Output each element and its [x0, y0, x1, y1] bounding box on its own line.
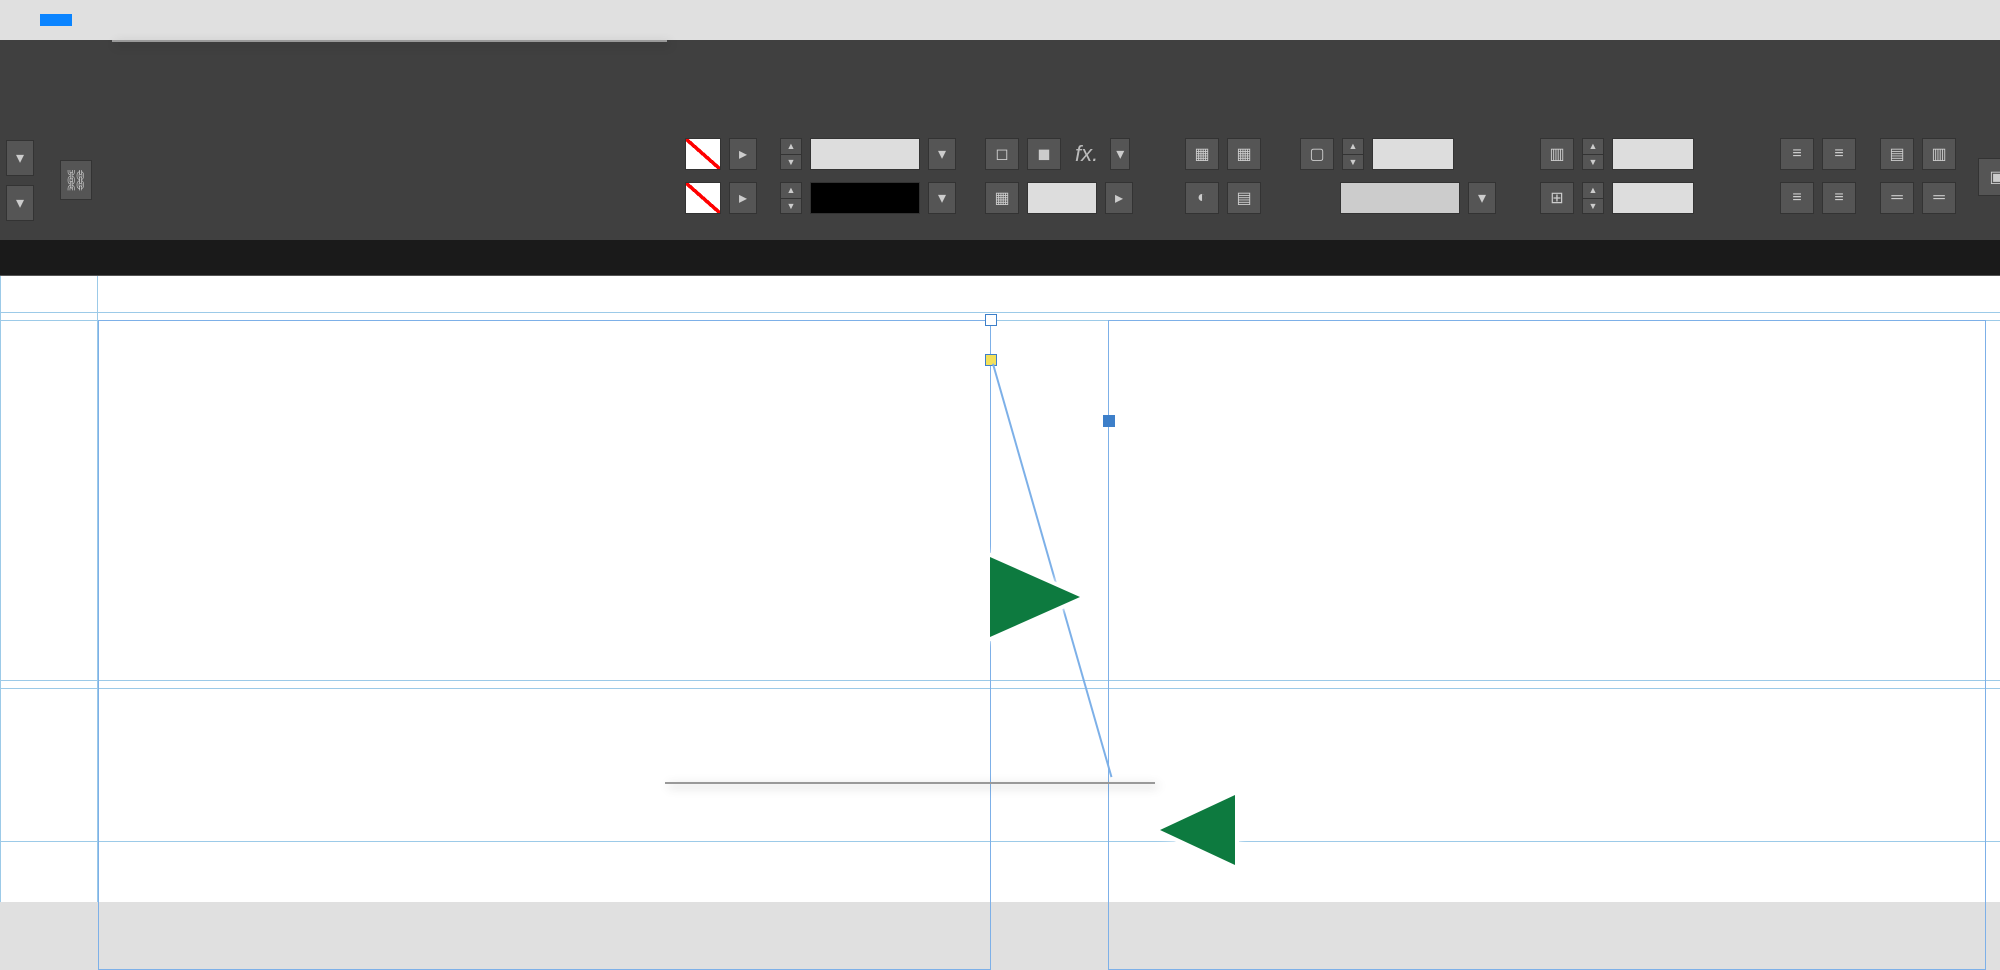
opacity-checker-icon: ▦ [985, 182, 1019, 214]
align-justify-button[interactable]: ≡ [1822, 182, 1856, 214]
text-wrap-none[interactable]: ▦ [1185, 138, 1219, 170]
stroke-weight-dropdown[interactable]: ▾ [928, 138, 956, 170]
misc-button-b[interactable]: ═ [1922, 182, 1956, 214]
columns-field[interactable] [1612, 138, 1694, 170]
control-panel: ▾ ▾ ⛓ ▸ ▸ ▲▼ ▾ ▲▼ ▾ ◻ ◼ fx. ▾ ▦ ▸ ▦ ▦ ◐ [0, 40, 2000, 240]
out-port-top[interactable] [985, 314, 997, 326]
guide-line [0, 312, 2000, 313]
frame-fitting-button[interactable]: ▣ [1978, 158, 2000, 196]
panel-toggle-bottom[interactable]: ▾ [6, 185, 34, 221]
panel-toggle-top[interactable]: ▾ [6, 140, 34, 176]
stroke-weight-field[interactable] [810, 138, 920, 170]
menu-view[interactable] [40, 14, 72, 26]
extras-submenu [665, 782, 1155, 784]
balance-columns-button[interactable]: ▤ [1880, 138, 1914, 170]
corner-options-icon[interactable]: ▢ [1300, 138, 1334, 170]
stroke-apply-button[interactable]: ▸ [729, 182, 757, 214]
columns-icon: ▥ [1540, 138, 1574, 170]
menubar [0, 0, 2000, 40]
effects-corner-button[interactable]: ◻ [985, 138, 1019, 170]
text-wrap-jump[interactable]: ▤ [1227, 182, 1261, 214]
view-menu-dropdown [112, 40, 667, 42]
annotation-arrow-left [1155, 780, 1385, 880]
stroke-style-stepper[interactable]: ▲▼ [780, 182, 802, 214]
stroke-none-swatch[interactable] [685, 182, 721, 214]
guide-line [0, 276, 1, 902]
corner-x-field[interactable] [1372, 138, 1454, 170]
menu-window[interactable] [72, 14, 104, 26]
text-wrap-bounding[interactable]: ▦ [1227, 138, 1261, 170]
in-port[interactable] [1103, 415, 1115, 427]
corner-shape-dropdown[interactable]: ▾ [1468, 182, 1496, 214]
opacity-dropdown[interactable]: ▸ [1105, 182, 1133, 214]
horizontal-ruler [0, 240, 2000, 276]
link-icon[interactable]: ⛓ [60, 160, 92, 200]
text-wrap-shape[interactable]: ◐ [1185, 182, 1219, 214]
align-top-button[interactable]: ≡ [1780, 138, 1814, 170]
balance-columns-button-2[interactable]: ▥ [1922, 138, 1956, 170]
opacity-field[interactable] [1027, 182, 1097, 214]
gutter-field[interactable] [1612, 182, 1694, 214]
corner-shape-field[interactable] [1340, 182, 1460, 214]
document-canvas[interactable] [0, 240, 2000, 902]
stroke-weight-stepper[interactable]: ▲▼ [780, 138, 802, 170]
fx-dropdown[interactable]: ▾ [1110, 138, 1130, 170]
misc-button-a[interactable]: ═ [1880, 182, 1914, 214]
stroke-style-swatch[interactable] [810, 182, 920, 214]
menu-table[interactable] [8, 14, 40, 26]
menu-help[interactable] [104, 14, 136, 26]
out-port-overflow[interactable] [985, 354, 997, 366]
columns-stepper[interactable]: ▲▼ [1582, 138, 1604, 170]
effects-drop-shadow-button[interactable]: ◼ [1027, 138, 1061, 170]
fill-apply-button[interactable]: ▸ [729, 138, 757, 170]
gutter-icon: ⊞ [1540, 182, 1574, 214]
gutter-stepper[interactable]: ▲▼ [1582, 182, 1604, 214]
fx-label: fx. [1075, 141, 1098, 167]
annotation-arrow-right [790, 537, 1090, 657]
align-bottom-button[interactable]: ≡ [1780, 182, 1814, 214]
stroke-style-dropdown[interactable]: ▾ [928, 182, 956, 214]
corner-x-stepper[interactable]: ▲▼ [1342, 138, 1364, 170]
fill-none-swatch[interactable] [685, 138, 721, 170]
align-center-button[interactable]: ≡ [1822, 138, 1856, 170]
